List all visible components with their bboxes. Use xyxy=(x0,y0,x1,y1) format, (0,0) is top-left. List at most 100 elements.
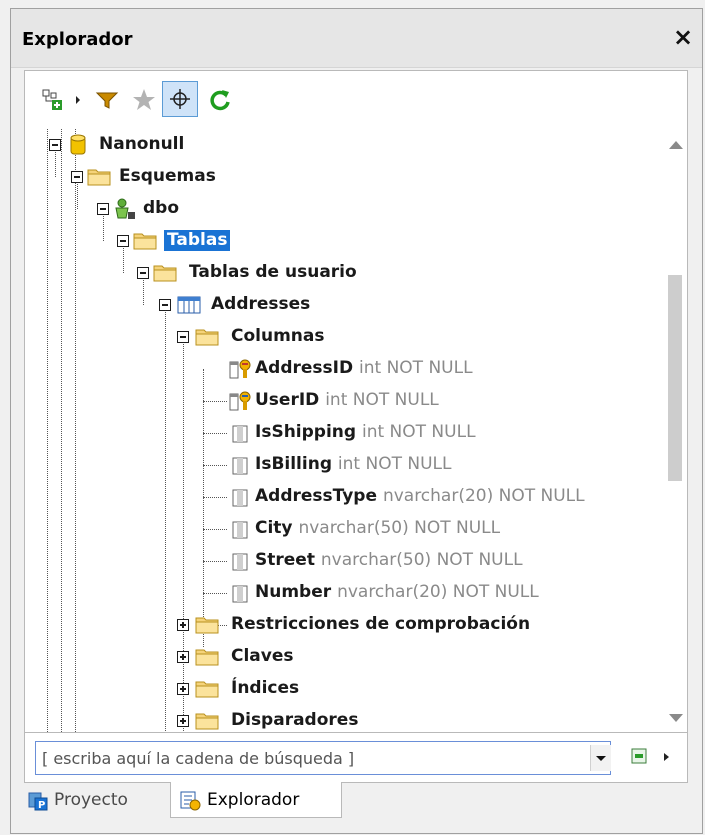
collapse-icon[interactable] xyxy=(177,331,189,343)
tree-node-check-constraints[interactable]: Restricciones de comprobación xyxy=(25,609,665,641)
tab-label: Proyecto xyxy=(54,790,128,810)
tree-node-label-selected: Tablas xyxy=(164,230,231,251)
close-button[interactable]: × xyxy=(670,23,696,51)
scrollbar-thumb[interactable] xyxy=(668,275,682,481)
collapse-icon[interactable] xyxy=(117,235,129,247)
locate-icon xyxy=(170,89,190,109)
tree-node-column[interactable]: Street nvarchar(50) NOT NULL xyxy=(25,545,665,577)
object-tree: Nanonull Esquemas dbo Tablas Tablas de u… xyxy=(25,129,665,732)
toolbar xyxy=(25,71,687,129)
collapse-icon[interactable] xyxy=(97,203,109,215)
column-label: AddressType nvarchar(20) NOT NULL xyxy=(255,486,585,506)
column-label: Street nvarchar(50) NOT NULL xyxy=(255,550,523,570)
schema-user-icon xyxy=(115,198,135,219)
folder-icon xyxy=(87,169,111,186)
column-icon xyxy=(232,585,248,603)
tab-label: Explorador xyxy=(207,790,300,810)
refresh-icon xyxy=(210,90,230,111)
tree-node-column[interactable]: AddressID int NOT NULL xyxy=(25,353,665,385)
collapse-icon[interactable] xyxy=(49,139,61,151)
folder-icon xyxy=(195,681,219,698)
column-label: UserID int NOT NULL xyxy=(255,390,439,410)
primary-key-column-icon xyxy=(229,391,251,411)
search-menu-button[interactable] xyxy=(661,747,673,767)
folder-icon xyxy=(195,329,219,346)
folder-icon xyxy=(195,617,219,634)
add-object-button[interactable] xyxy=(39,85,69,115)
folder-icon xyxy=(153,265,177,282)
tree-node-column[interactable]: City nvarchar(50) NOT NULL xyxy=(25,513,665,545)
expand-icon[interactable] xyxy=(177,715,189,727)
tree-node-label: Índices xyxy=(231,678,300,698)
panel-titlebar: Explorador × xyxy=(11,9,702,68)
search-options-button[interactable] xyxy=(629,745,651,767)
column-label: IsShipping int NOT NULL xyxy=(255,422,476,442)
tree-node-label: Claves xyxy=(231,646,294,666)
scroll-down-icon[interactable] xyxy=(669,714,683,722)
tab-project[interactable]: P Proyecto xyxy=(24,782,164,818)
tree-node-triggers[interactable]: Disparadores xyxy=(25,705,665,732)
tree-node-column[interactable]: UserID int NOT NULL xyxy=(25,385,665,417)
explorer-content: Nanonull Esquemas dbo Tablas Tablas de u… xyxy=(24,70,688,733)
filter-icon xyxy=(95,92,119,109)
expand-icon[interactable] xyxy=(177,619,189,631)
svg-text:P: P xyxy=(38,800,45,811)
tree-node-table-addresses[interactable]: Addresses xyxy=(25,289,665,321)
tab-explorer[interactable]: Explorador xyxy=(170,782,342,818)
folder-icon xyxy=(195,713,219,730)
add-object-icon xyxy=(42,89,62,110)
tree-node-schema-dbo[interactable]: dbo xyxy=(25,193,665,225)
column-label: Number nvarchar(20) NOT NULL xyxy=(255,582,539,602)
expand-icon[interactable] xyxy=(177,683,189,695)
tree-node-column[interactable]: AddressType nvarchar(20) NOT NULL xyxy=(25,481,665,513)
tree-node-label: dbo xyxy=(143,198,180,218)
tree-node-label: Columnas xyxy=(231,326,325,346)
search-dropdown-button[interactable] xyxy=(590,745,611,771)
expand-icon[interactable] xyxy=(177,651,189,663)
chevron-down-icon xyxy=(596,756,606,761)
refresh-button[interactable] xyxy=(205,85,235,115)
folder-icon xyxy=(133,233,157,250)
vertical-scrollbar[interactable] xyxy=(664,129,687,732)
tree-node-schemas[interactable]: Esquemas xyxy=(25,161,665,193)
locate-button[interactable] xyxy=(162,81,198,117)
database-icon xyxy=(70,134,86,155)
tree-node-label: Tablas de usuario xyxy=(189,262,357,282)
column-label: AddressID int NOT NULL xyxy=(255,358,473,378)
tree-node-label: Disparadores xyxy=(231,710,359,730)
column-label: IsBilling int NOT NULL xyxy=(255,454,452,474)
tree-node-column[interactable]: IsBilling int NOT NULL xyxy=(25,449,665,481)
folder-icon xyxy=(195,649,219,666)
column-icon xyxy=(232,489,248,507)
explorer-icon xyxy=(180,791,201,811)
favorites-button[interactable] xyxy=(129,85,159,115)
column-icon xyxy=(232,553,248,571)
tree-node-tables[interactable]: Tablas xyxy=(25,225,665,257)
primary-key-column-icon xyxy=(229,359,251,379)
tree-node-indexes[interactable]: Índices xyxy=(25,673,665,705)
search-options-icon xyxy=(631,748,647,764)
column-icon xyxy=(232,521,248,539)
tree-node-column[interactable]: Number nvarchar(20) NOT NULL xyxy=(25,577,665,609)
tree-node-columns-folder[interactable]: Columnas xyxy=(25,321,665,353)
filter-button[interactable] xyxy=(93,85,123,115)
panel-title: Explorador xyxy=(22,29,133,50)
chevron-right-icon xyxy=(76,96,80,104)
favorites-star-icon xyxy=(133,89,155,110)
search-bar xyxy=(24,733,688,783)
chevron-right-icon xyxy=(664,753,669,761)
collapse-icon[interactable] xyxy=(71,171,83,183)
collapse-icon[interactable] xyxy=(137,267,149,279)
tab-strip: P Proyecto Explorador xyxy=(10,782,705,826)
collapse-icon[interactable] xyxy=(159,299,171,311)
scroll-up-icon[interactable] xyxy=(669,141,683,149)
column-label: City nvarchar(50) NOT NULL xyxy=(255,518,501,538)
tree-node-keys[interactable]: Claves xyxy=(25,641,665,673)
tree-node-column[interactable]: IsShipping int NOT NULL xyxy=(25,417,665,449)
table-icon xyxy=(177,296,201,314)
tree-node-database[interactable]: Nanonull xyxy=(25,129,665,161)
search-input[interactable] xyxy=(35,741,611,775)
tree-node-user-tables[interactable]: Tablas de usuario xyxy=(25,257,665,289)
tree-node-label: Nanonull xyxy=(99,134,185,154)
add-object-dropdown[interactable] xyxy=(73,85,83,115)
